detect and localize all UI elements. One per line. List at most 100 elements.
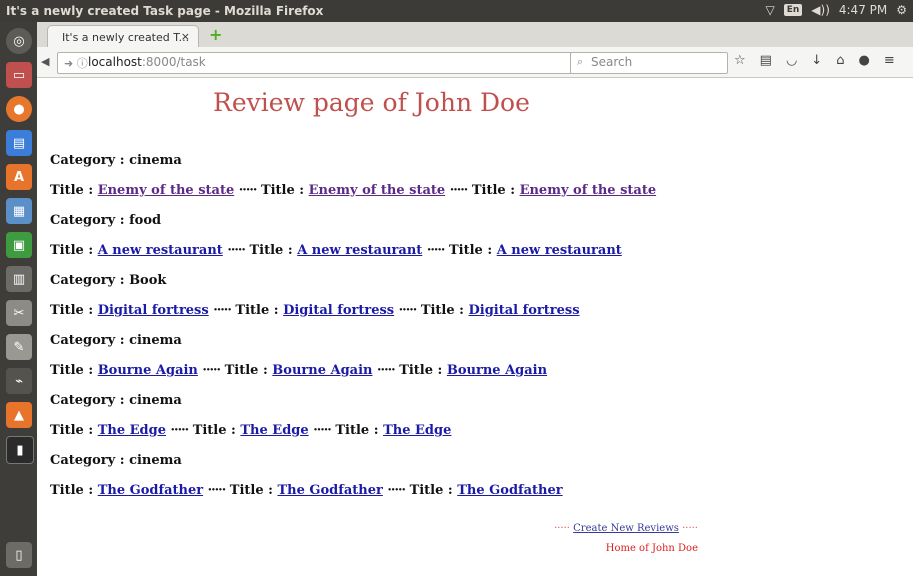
gear-icon[interactable]: ⚙ [896,3,907,17]
category-label: Category : [50,393,130,408]
review-title-link[interactable]: A new restaurant [497,243,622,258]
review-title-link[interactable]: The Godfather [457,483,562,498]
review-title-link[interactable]: Enemy of the state [309,183,446,198]
category-value: Book [129,273,167,288]
review-title-link[interactable]: The Godfather [98,483,203,498]
review-title-link[interactable]: Bourne Again [272,363,372,378]
url-bar[interactable]: ➜ ⓘ localhost:8000/task ↻ [57,52,605,74]
separator: ····· [227,243,246,258]
category-row: Category : food [50,213,161,228]
writer-icon[interactable]: ▤ [6,130,32,156]
separator: ····· [426,243,446,258]
software-center-icon[interactable]: A [6,164,32,190]
navigation-bar: ◀ ➜ ⓘ localhost:8000/task ↻ ⌕ Search ☆ ▤… [37,47,913,78]
title-label: Title : [192,423,241,438]
files-icon[interactable]: ▭ [6,62,32,88]
title-label: Title : [399,363,447,378]
review-title-link[interactable]: A new restaurant [297,243,422,258]
title-row: Title : Bourne Again ····· Title : Bourn… [50,363,547,378]
category-value: cinema [129,453,182,468]
category-value: cinema [129,393,182,408]
title-label: Title : [229,483,278,498]
title-label: Title : [224,363,273,378]
review-title-link[interactable]: The Godfather [277,483,382,498]
back-icon[interactable]: ◀ [41,55,49,68]
firefox-icon[interactable]: ● [6,96,32,122]
pocket-icon[interactable]: ◡ [786,53,797,68]
title-row: Title : The Edge ····· Title : The Edge … [50,423,451,438]
url-path: :8000/task [141,55,206,69]
category-row: Category : Book [50,273,166,288]
keyboard-layout-indicator[interactable]: En [783,4,803,16]
separator: ····· [238,183,258,198]
category-row: Category : cinema [50,453,182,468]
clock[interactable]: 4:47 PM [839,3,887,17]
separator: ····· [377,363,396,378]
calc-icon[interactable]: ▦ [6,198,32,224]
home-icon[interactable]: ⌂ [836,53,844,68]
separator: ····· [449,183,469,198]
review-title-link[interactable]: The Edge [383,423,451,438]
page-title: Review page of John Doe [213,88,530,117]
window-title: It's a newly created Task page - Mozilla… [6,4,324,18]
close-tab-icon[interactable]: × [181,30,190,43]
tools-icon[interactable]: ✂ [6,300,32,326]
search-input[interactable]: ⌕ Search [570,52,728,74]
trash-icon[interactable]: ▯ [6,542,32,568]
category-label: Category : [50,273,130,288]
category-label: Category : [50,153,130,168]
menu-icon[interactable]: ≡ [884,53,895,68]
title-label: Title : [471,183,520,198]
review-title-link[interactable]: Digital fortress [98,303,209,318]
text-editor-icon[interactable]: ✎ [6,334,32,360]
bookmark-star-icon[interactable]: ☆ [734,53,746,68]
category-value: cinema [129,333,182,348]
create-new-reviews-link[interactable]: Create New Reviews [573,523,679,534]
chat-icon[interactable]: ● [858,53,869,68]
category-row: Category : cinema [50,393,182,408]
forward-icon[interactable]: ➜ ⓘ [64,55,88,71]
category-row: Category : cinema [50,333,182,348]
title-label: Title : [50,423,98,438]
category-value: cinema [129,153,182,168]
image-viewer-icon[interactable]: ▣ [6,232,32,258]
terminal-icon[interactable]: ▮ [6,436,34,464]
title-label: Title : [50,243,98,258]
review-title-link[interactable]: Bourne Again [447,363,547,378]
review-title-link[interactable]: The Edge [98,423,166,438]
review-title-link[interactable]: The Edge [240,423,308,438]
separator: ····· [213,303,232,318]
download-icon[interactable]: ↓ [811,53,822,68]
volume-icon[interactable]: ◀)) [811,3,830,17]
tab-label: It's a newly created T... [62,31,190,44]
vlc-icon[interactable]: ▲ [6,402,32,428]
separator: ····· [202,363,221,378]
scanner-icon[interactable]: ⌁ [6,368,32,394]
title-label: Title : [50,183,98,198]
category-value: food [129,213,162,228]
home-text: Home of John Doe [605,543,698,554]
title-row: Title : Digital fortress ····· Title : D… [50,303,580,318]
create-reviews-line: ····· Create New Reviews ····· [554,523,698,534]
separator: ····· [207,483,227,498]
title-label: Title : [50,483,98,498]
title-label: Title : [260,183,309,198]
review-title-link[interactable]: Bourne Again [98,363,198,378]
review-title-link[interactable]: Digital fortress [469,303,580,318]
tab-active[interactable]: It's a newly created T... × [47,25,199,48]
review-title-link[interactable]: A new restaurant [98,243,223,258]
title-row: Title : Enemy of the state ····· Title :… [50,183,656,198]
new-tab-button[interactable]: + [209,25,222,44]
title-label: Title : [249,243,298,258]
network-icon[interactable]: ▽ [765,3,774,17]
reading-list-icon[interactable]: ▤ [760,53,772,68]
review-title-link[interactable]: Digital fortress [283,303,394,318]
review-title-link[interactable]: Enemy of the state [98,183,235,198]
installer-icon[interactable]: ▥ [6,266,32,292]
dash-icon[interactable]: ◎ [6,28,32,54]
category-row: Category : cinema [50,153,182,168]
url-text: localhost:8000/task [88,55,206,69]
search-placeholder: Search [591,55,633,69]
review-title-link[interactable]: Enemy of the state [520,183,657,198]
page-content: Review page of John Doe Category : cinem… [37,78,913,576]
